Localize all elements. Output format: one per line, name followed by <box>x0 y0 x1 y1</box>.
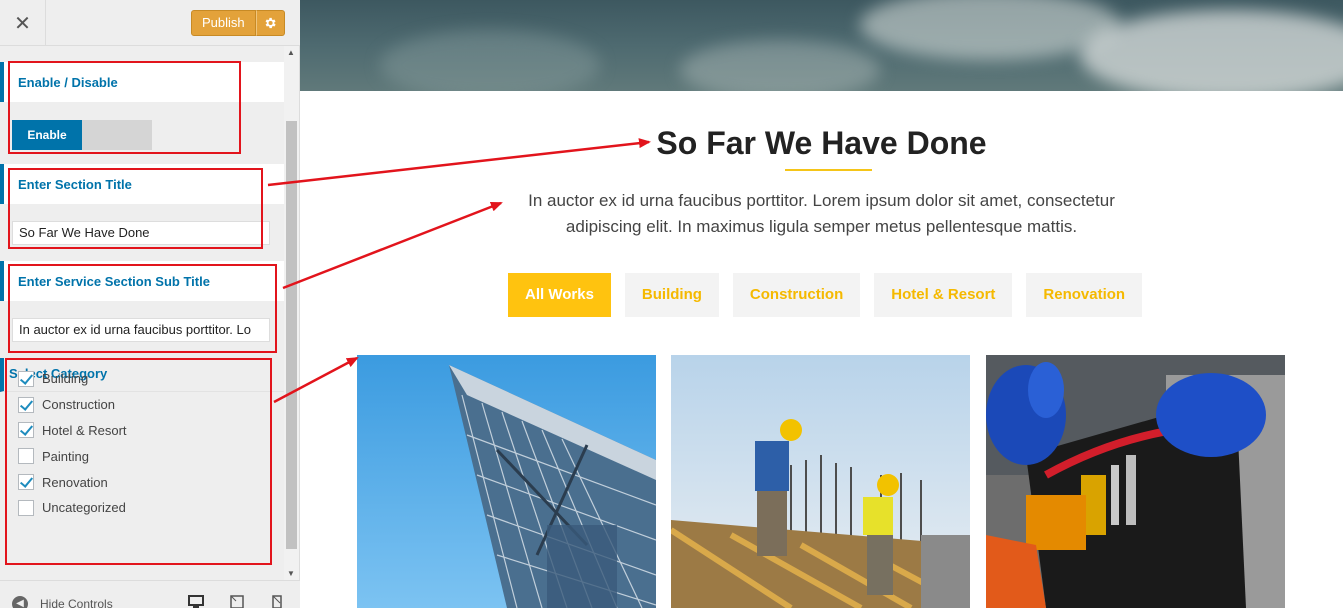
annotation-arrows <box>267 138 651 404</box>
